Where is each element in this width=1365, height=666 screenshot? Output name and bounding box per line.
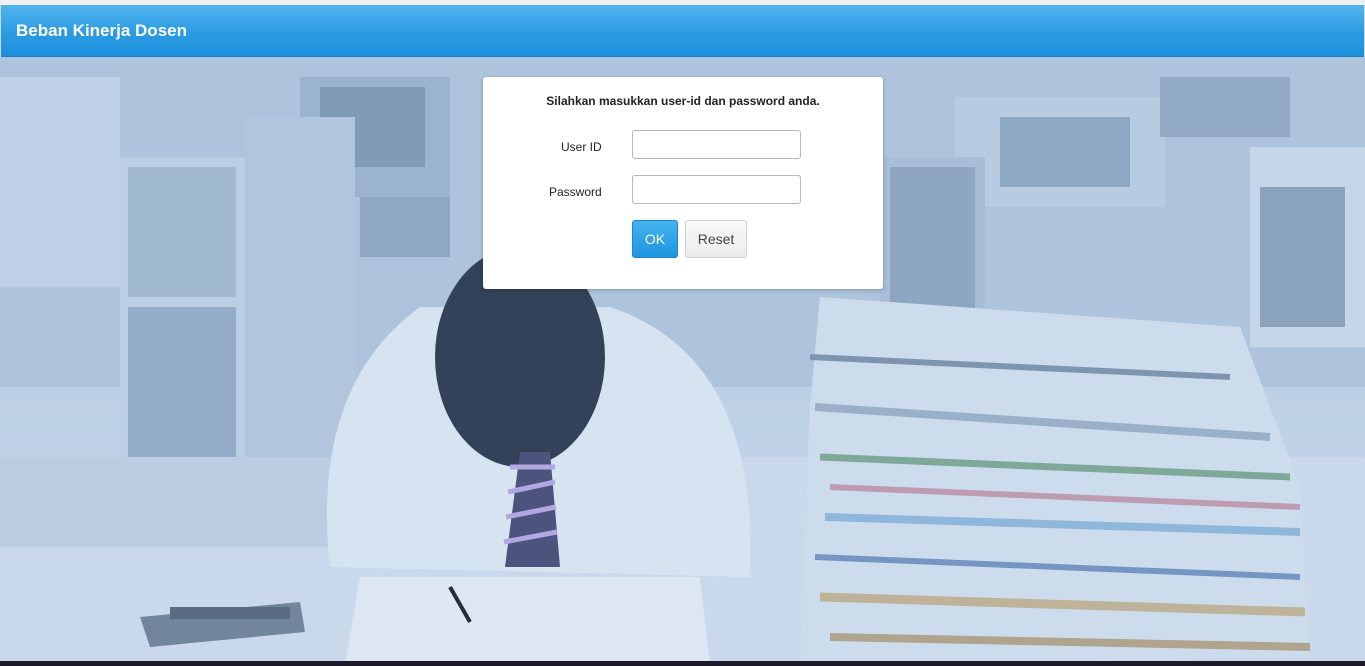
- login-panel: Silahkan masukkan user-id dan password a…: [483, 77, 883, 289]
- ok-button[interactable]: OK: [632, 220, 678, 258]
- password-input[interactable]: [632, 175, 801, 204]
- password-label: Password: [549, 185, 602, 199]
- app-title: Beban Kinerja Dosen: [16, 21, 187, 40]
- login-instruction: Silahkan masukkan user-id dan password a…: [546, 94, 820, 108]
- bottom-bar: [0, 661, 1365, 666]
- app-header: Beban Kinerja Dosen: [1, 5, 1364, 57]
- user-id-input[interactable]: [632, 130, 801, 159]
- reset-button[interactable]: Reset: [685, 220, 747, 258]
- login-page: Beban Kinerja Dosen Silahkan masukkan us…: [0, 0, 1365, 666]
- user-id-label: User ID: [561, 140, 602, 154]
